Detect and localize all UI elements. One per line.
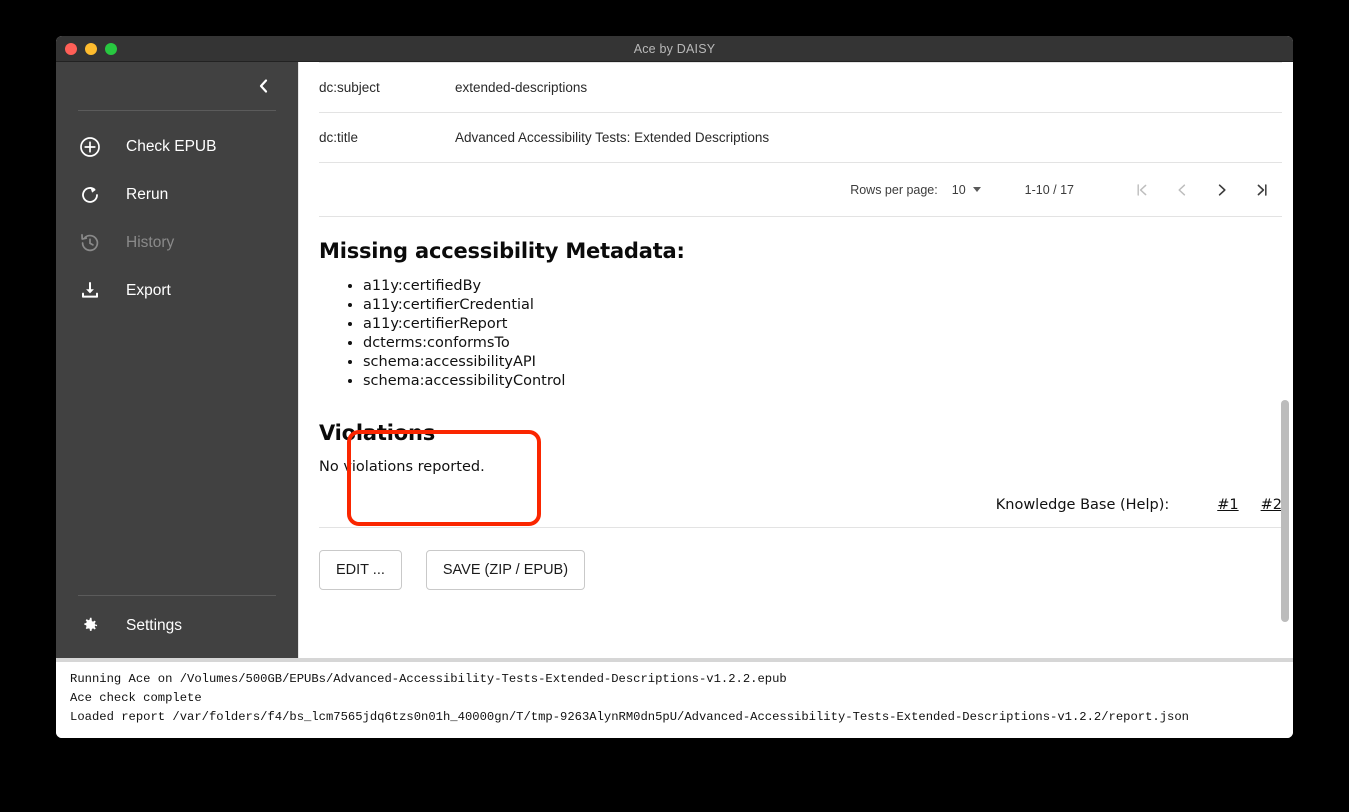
knowledge-base-link-1[interactable]: #1 — [1217, 497, 1238, 513]
sidebar-item-label: Check EPUB — [126, 138, 217, 155]
action-buttons: EDIT ... SAVE (ZIP / EPUB) — [319, 550, 1269, 590]
window-titlebar: Ace by DAISY — [56, 36, 1293, 62]
window-title: Ace by DAISY — [633, 41, 716, 56]
save-zip-epub-button[interactable]: SAVE (ZIP / EPUB) — [425, 550, 586, 590]
content-pane: dc:subject extended-descriptions dc:titl… — [298, 62, 1293, 658]
sidebar-item-rerun[interactable]: Rerun — [56, 171, 298, 219]
sidebar-collapse-row — [56, 62, 298, 110]
sidebar-item-history: History — [56, 219, 298, 267]
sidebar-item-check-epub[interactable]: Check EPUB — [56, 123, 298, 171]
table-paginator: Rows per page: 10 1-10 / 17 — [319, 163, 1282, 217]
rows-per-page-value: 10 — [951, 182, 966, 197]
window-body: Check EPUB Rerun History Export Settings… — [56, 62, 1293, 658]
console-output: Running Ace on /Volumes/500GB/EPUBs/Adva… — [56, 662, 1293, 738]
minimize-button[interactable] — [85, 43, 97, 55]
violations-message: No violations reported. — [319, 459, 485, 475]
sidebar-item-settings[interactable]: Settings — [56, 602, 298, 650]
previous-page-icon — [1162, 170, 1202, 210]
metadata-key: dc:subject — [319, 80, 380, 95]
sidebar-nav: Check EPUB Rerun History Export — [56, 111, 298, 315]
content-scroll-area: dc:subject extended-descriptions dc:titl… — [299, 62, 1293, 658]
console-line: Loaded report /var/folders/f4/bs_lcm7565… — [70, 710, 1189, 724]
table-row: dc:subject extended-descriptions — [319, 62, 1282, 113]
metadata-value: Advanced Accessibility Tests: Extended D… — [455, 130, 770, 145]
close-button[interactable] — [65, 43, 77, 55]
next-page-icon[interactable] — [1202, 170, 1242, 210]
list-item: dcterms:conformsTo — [363, 334, 1269, 353]
list-item: a11y:certifierCredential — [363, 296, 1269, 315]
list-item: a11y:certifiedBy — [363, 277, 1269, 296]
knowledge-base-label: Knowledge Base (Help): — [995, 497, 1170, 513]
history-clock-icon — [70, 232, 110, 254]
missing-metadata-list: a11y:certifiedBy a11y:certifierCredentia… — [363, 277, 1269, 391]
sidebar-item-label: History — [126, 234, 175, 251]
list-item: schema:accessibilityAPI — [363, 353, 1269, 372]
metadata-table: dc:subject extended-descriptions dc:titl… — [319, 62, 1282, 163]
window-controls — [65, 36, 117, 62]
sidebar-settings-group: Settings — [56, 596, 298, 658]
first-page-icon — [1122, 170, 1162, 210]
chevron-down-icon — [972, 187, 981, 192]
metadata-value: extended-descriptions — [455, 80, 588, 95]
sidebar-item-label: Rerun — [126, 186, 169, 203]
refresh-icon — [70, 184, 110, 206]
rows-per-page-select[interactable]: 10 — [952, 183, 981, 197]
list-item: a11y:certifierReport — [363, 315, 1269, 334]
report-section: Missing accessibility Metadata: a11y:cer… — [319, 217, 1282, 590]
console-line: Ace check complete — [70, 691, 202, 705]
sidebar-item-export[interactable]: Export — [56, 267, 298, 315]
pagination-range-label: 1-10 / 17 — [1024, 182, 1074, 197]
violations-heading: Violations — [319, 421, 435, 445]
chevron-left-icon[interactable] — [252, 75, 274, 97]
maximize-button[interactable] — [105, 43, 117, 55]
last-page-icon[interactable] — [1242, 170, 1282, 210]
knowledge-base-row: Knowledge Base (Help): #1 #2 — [319, 497, 1282, 528]
sidebar: Check EPUB Rerun History Export Settings — [56, 62, 298, 658]
rows-per-page-label: Rows per page: — [850, 182, 938, 197]
download-icon — [70, 280, 110, 302]
knowledge-base-link-2[interactable]: #2 — [1261, 497, 1282, 513]
metadata-key: dc:title — [319, 130, 359, 145]
sidebar-item-label: Settings — [126, 617, 183, 634]
console-line: Running Ace on /Volumes/500GB/EPUBs/Adva… — [70, 672, 787, 686]
missing-metadata-heading: Missing accessibility Metadata: — [319, 239, 685, 263]
app-window: Ace by DAISY Check EPUB Rerun History Ex… — [56, 36, 1293, 738]
sidebar-item-label: Export — [126, 282, 171, 299]
edit-button[interactable]: EDIT ... — [319, 550, 402, 590]
violations-section: Violations No violations reported. — [319, 421, 1269, 475]
plus-circle-icon — [70, 136, 110, 158]
gear-icon — [70, 616, 110, 637]
list-item: schema:accessibilityControl — [363, 372, 1269, 391]
table-row: dc:title Advanced Accessibility Tests: E… — [319, 113, 1282, 163]
